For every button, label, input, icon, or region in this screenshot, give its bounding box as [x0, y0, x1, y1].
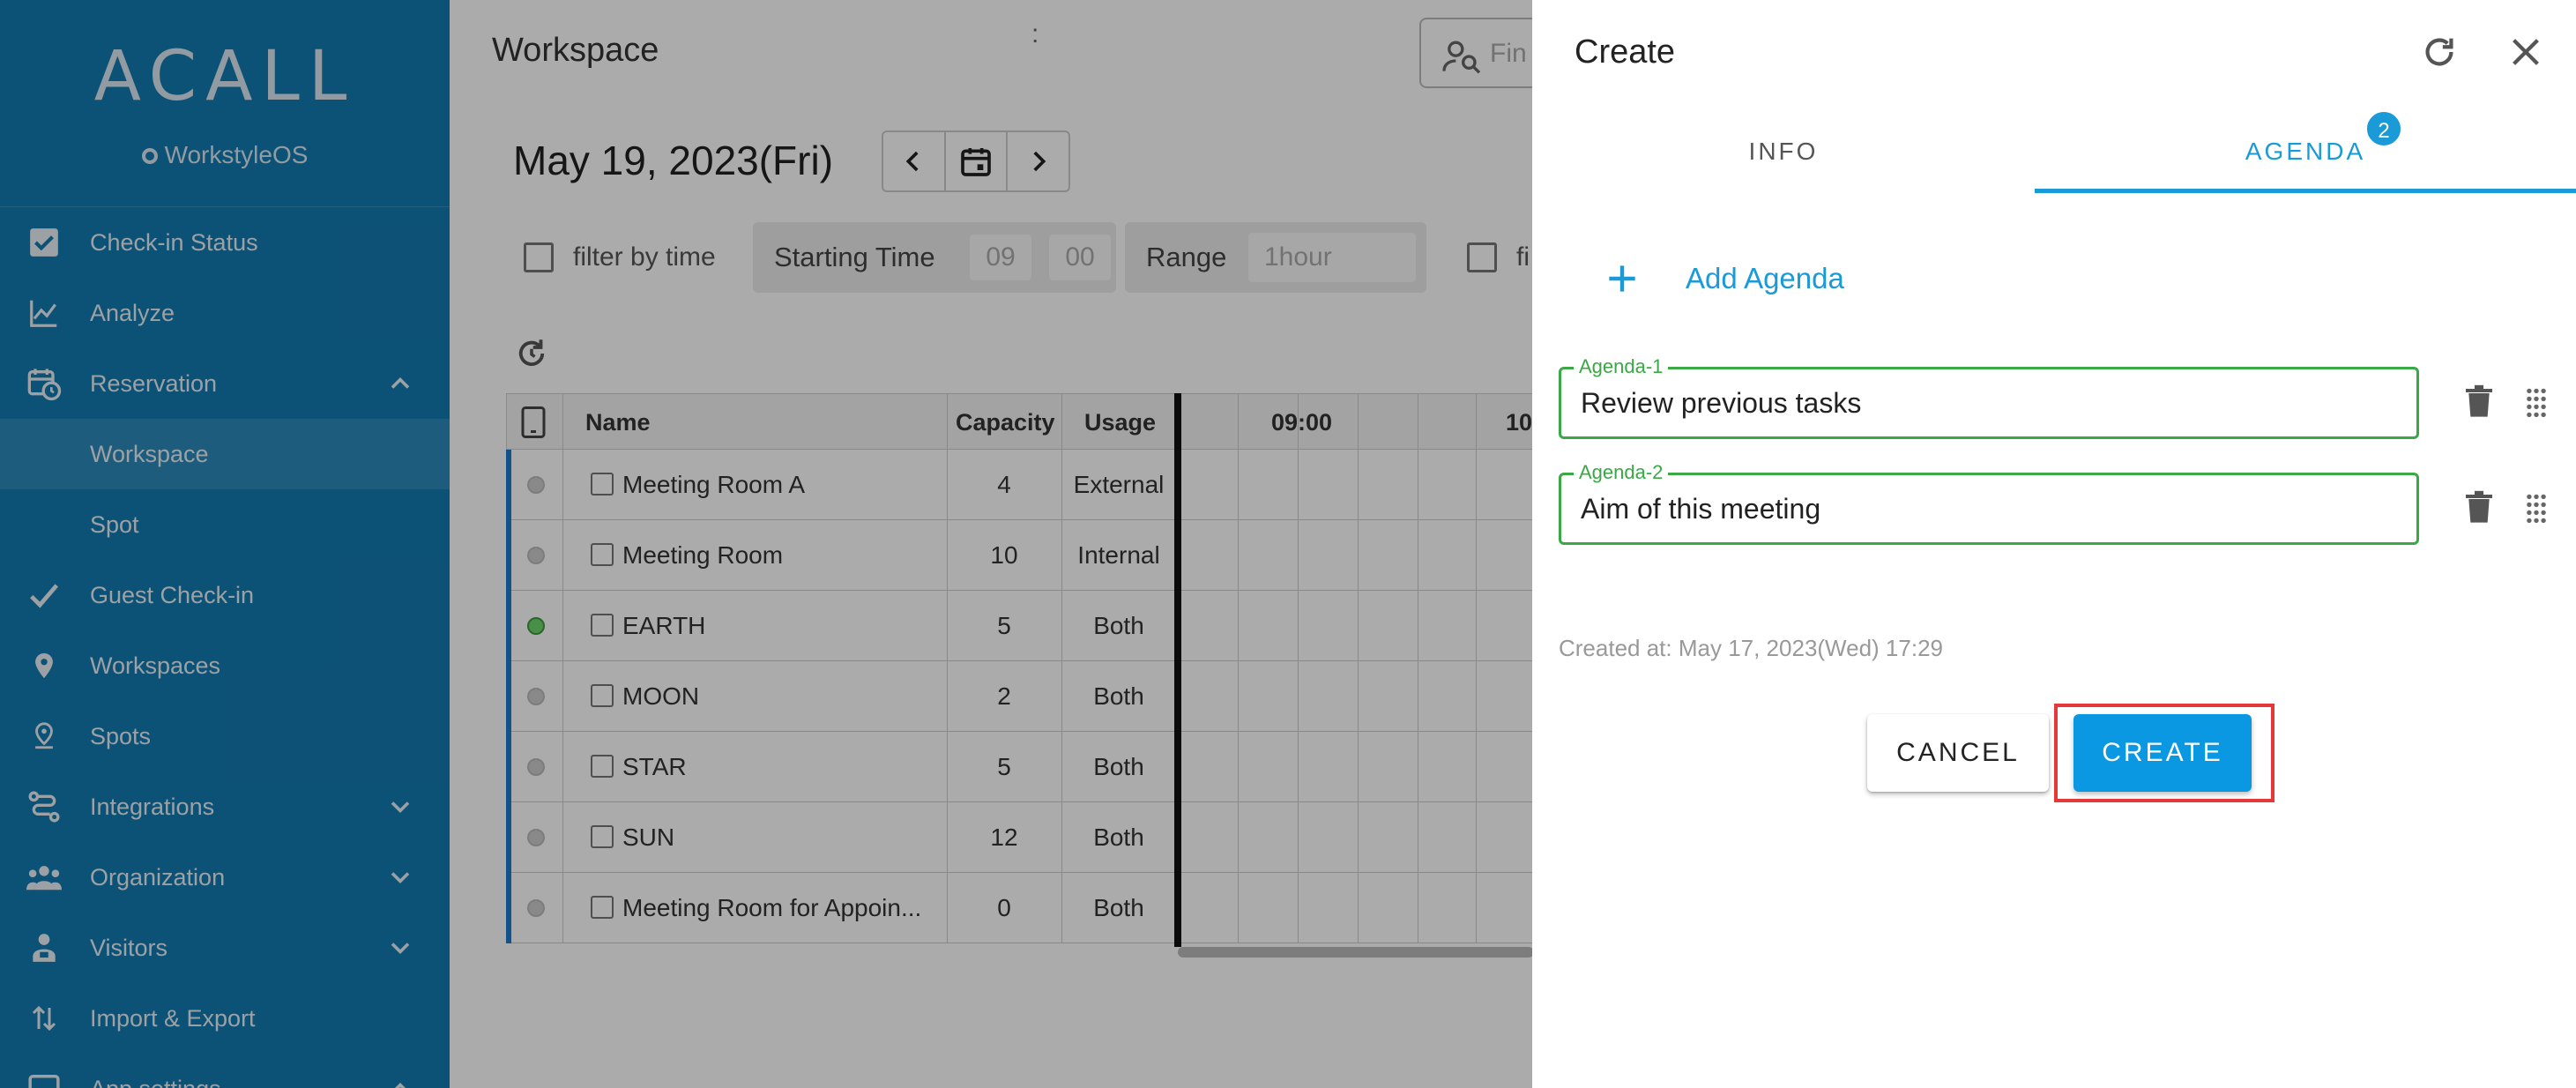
dialog-title: Create [1575, 34, 1676, 71]
reset-icon[interactable] [2419, 32, 2460, 77]
create-button[interactable]: CREATE [2073, 714, 2252, 792]
drag-handle-agenda-2-icon[interactable] [2523, 492, 2550, 528]
active-tab-indicator [2035, 189, 2576, 193]
delete-agenda-1-icon[interactable] [2463, 384, 2495, 424]
tab-agenda[interactable]: AGENDA [2035, 109, 2576, 194]
add-agenda-button[interactable]: Add Agenda [1603, 252, 1844, 305]
create-dialog: Create INFO AGENDA 2 Add Agenda Agenda-1… [1532, 0, 2576, 1088]
agenda-1-label: Agenda-1 [1574, 355, 1669, 378]
agenda-2-input[interactable]: Agenda-2 Aim of this meeting [1559, 461, 2419, 545]
agenda-1-input[interactable]: Agenda-1 Review previous tasks [1559, 355, 2419, 439]
plus-icon [1603, 259, 1642, 298]
cancel-button[interactable]: CANCEL [1867, 714, 2049, 792]
agenda-2-label: Agenda-2 [1574, 461, 1669, 484]
tab-info[interactable]: INFO [1532, 109, 2035, 194]
agenda-1-value: Review previous tasks [1581, 387, 1862, 419]
modal-backdrop[interactable] [0, 0, 1532, 1088]
delete-agenda-2-icon[interactable] [2463, 490, 2495, 530]
close-icon[interactable] [2505, 32, 2546, 77]
agenda-count-badge: 2 [2364, 109, 2403, 148]
drag-handle-agenda-1-icon[interactable] [2523, 386, 2550, 422]
created-at-text: Created at: May 17, 2023(Wed) 17:29 [1559, 635, 1943, 661]
add-agenda-label: Add Agenda [1686, 262, 1844, 294]
agenda-2-value: Aim of this meeting [1581, 493, 1821, 525]
